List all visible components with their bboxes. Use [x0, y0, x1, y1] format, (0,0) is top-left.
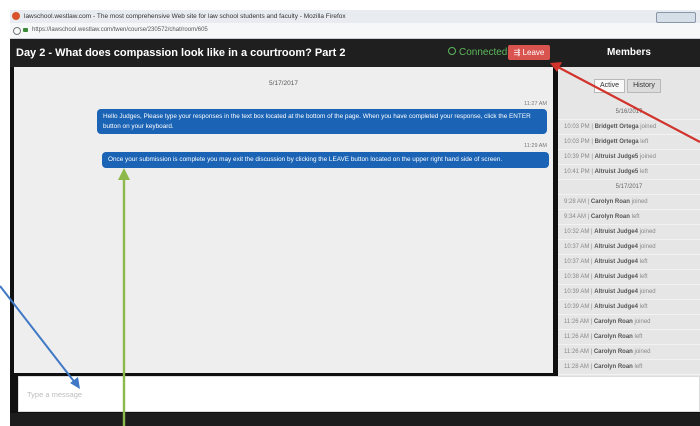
- red-arrow: [550, 62, 700, 143]
- annotation-overlay: [0, 62, 700, 426]
- green-arrow: [118, 168, 130, 426]
- blue-arrow: [0, 285, 80, 389]
